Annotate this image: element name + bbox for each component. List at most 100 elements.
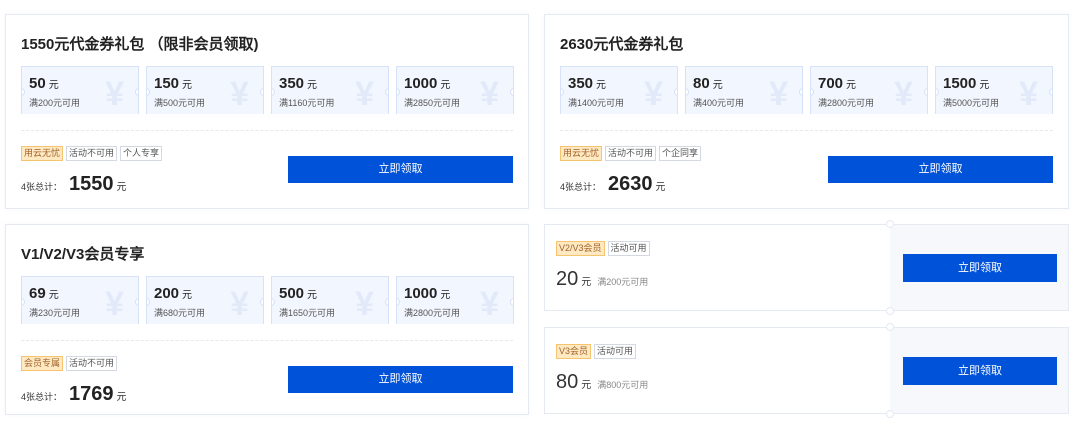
tag: 会员专属	[21, 356, 64, 371]
coupon-unit: 元	[307, 80, 318, 91]
coupon-amount-row: 50 元	[29, 75, 59, 92]
tag: 用云无忧	[560, 146, 603, 161]
yen-icon: ¥	[355, 285, 374, 323]
notch	[510, 88, 513, 96]
total-amount: 1769	[69, 383, 114, 405]
coupon-amount: 20	[556, 268, 579, 290]
total-unit: 元	[116, 392, 127, 403]
coupon-unit: 元	[440, 290, 451, 301]
coupon: ¥1000 元满2850元可用	[396, 66, 514, 114]
coupon-list: ¥69 元满230元可用 ¥200 元满680元可用 ¥500 元满1650元可用 ¥100…	[21, 276, 514, 324]
coupon-unit: 元	[307, 290, 318, 301]
coupon: ¥350 元满1160元可用	[271, 66, 389, 114]
coupon-condition: 满2800元可用	[818, 98, 875, 108]
yen-icon: ¥	[1019, 75, 1038, 113]
coupon-amount-row: 200 元	[154, 285, 192, 302]
total: 4张总计： 2630 元	[560, 173, 666, 196]
notch	[1049, 88, 1052, 96]
notch	[886, 220, 894, 228]
coupon-unit: 元	[48, 80, 59, 91]
package-title: V1/V2/V3会员专享	[21, 246, 145, 263]
coupon-amount: 50	[29, 75, 46, 92]
notch	[385, 88, 388, 96]
coupon-list: ¥350 元满1400元可用 ¥80 元满400元可用 ¥700 元满2800元可用 ¥15…	[560, 66, 1053, 114]
yen-icon: ¥	[230, 285, 249, 323]
notch	[135, 88, 138, 96]
coupon-condition: 满200元可用	[29, 98, 81, 108]
coupon-amount: 69	[29, 285, 46, 302]
yen-icon: ¥	[480, 285, 499, 323]
coupon: ¥50 元满200元可用	[21, 66, 139, 114]
tag: 活动不可用	[66, 146, 118, 161]
notch	[886, 410, 894, 418]
coupon-condition: 满800元可用	[597, 380, 649, 390]
coupon-condition: 满5000元可用	[943, 98, 1000, 108]
coupon-amount-row: 1000 元	[404, 75, 450, 92]
coupon-unit: 元	[712, 80, 723, 91]
package-card-member: V1/V2/V3会员专享 ¥69 元满230元可用 ¥200 元满680元可用 ¥500 元…	[5, 224, 529, 415]
total-unit: 元	[116, 182, 127, 193]
notch	[147, 298, 150, 306]
yen-icon: ¥	[894, 75, 913, 113]
claim-button[interactable]: 立即领取	[828, 156, 1053, 183]
coupon-amount: 1000	[404, 75, 438, 92]
yen-icon: ¥	[355, 75, 374, 113]
claim-button[interactable]: 立即领取	[903, 254, 1057, 282]
total: 4张总计： 1550 元	[21, 173, 127, 196]
coupon-amount: 1000	[404, 285, 438, 302]
coupon-condition: 满2800元可用	[404, 308, 461, 318]
tag-list: 用云无忧 活动不可用 个企同享	[560, 146, 702, 161]
total-amount: 2630	[608, 173, 653, 195]
coupon-amount-row: 80 元	[693, 75, 723, 92]
tag: 活动可用	[594, 344, 637, 359]
tag-list: 用云无忧 活动不可用 个人专享	[21, 146, 163, 161]
notch	[799, 88, 802, 96]
total-amount: 1550	[69, 173, 114, 195]
coupon: ¥69 元满230元可用	[21, 276, 139, 324]
notch	[260, 88, 263, 96]
package-card-2630: 2630元代金券礼包 ¥350 元满1400元可用 ¥80 元满400元可用 ¥700 元满…	[544, 14, 1069, 209]
yen-icon: ¥	[105, 75, 124, 113]
notch	[886, 323, 894, 331]
divider	[21, 130, 513, 131]
coupon: ¥500 元满1650元可用	[271, 276, 389, 324]
claim-button[interactable]: 立即领取	[288, 156, 513, 183]
total-label: 4张总计：	[21, 182, 63, 192]
single-coupon-card: V3会员 活动可用 80 元满800元可用 立即领取	[544, 323, 1069, 418]
package-title: 2630元代金券礼包	[560, 36, 684, 53]
yen-icon: ¥	[105, 285, 124, 323]
coupon-amount-row: 700 元	[818, 75, 856, 92]
notch	[510, 298, 513, 306]
coupon-amount-row: 1500 元	[943, 75, 989, 92]
coupon: ¥350 元满1400元可用	[560, 66, 678, 114]
coupon-condition: 满400元可用	[693, 98, 745, 108]
coupon-amount: 200	[154, 285, 180, 302]
claim-button[interactable]: 立即领取	[903, 357, 1057, 385]
yen-icon: ¥	[480, 75, 499, 113]
coupon: ¥80 元满400元可用	[685, 66, 803, 114]
notch	[397, 298, 400, 306]
coupon-condition: 满1650元可用	[279, 308, 336, 318]
claim-button[interactable]: 立即领取	[288, 366, 513, 393]
yen-icon: ¥	[644, 75, 663, 113]
notch	[936, 88, 939, 96]
coupon-amount: 80	[556, 371, 579, 393]
notch	[886, 307, 894, 315]
coupon-amount-row: 150 元	[154, 75, 192, 92]
coupon-value: 80 元满800元可用	[556, 371, 648, 394]
coupon-amount-row: 500 元	[279, 285, 317, 302]
coupon-amount-row: 1000 元	[404, 285, 450, 302]
coupon-list: ¥50 元满200元可用 ¥150 元满500元可用 ¥350 元满1160元可用 ¥100…	[21, 66, 514, 114]
divider	[21, 340, 513, 341]
single-coupon-card: V2/V3会员 活动可用 20 元满200元可用 立即领取	[544, 220, 1069, 315]
coupon-condition: 满230元可用	[29, 308, 81, 318]
coupon-unit: 元	[440, 80, 451, 91]
coupon-amount-row: 69 元	[29, 285, 59, 302]
coupon-unit: 元	[182, 290, 193, 301]
coupon-unit: 元	[846, 80, 857, 91]
total-unit: 元	[655, 182, 666, 193]
notch	[135, 298, 138, 306]
coupon-amount: 80	[693, 75, 710, 92]
coupon: ¥200 元满680元可用	[146, 276, 264, 324]
tag: V3会员	[556, 344, 592, 359]
